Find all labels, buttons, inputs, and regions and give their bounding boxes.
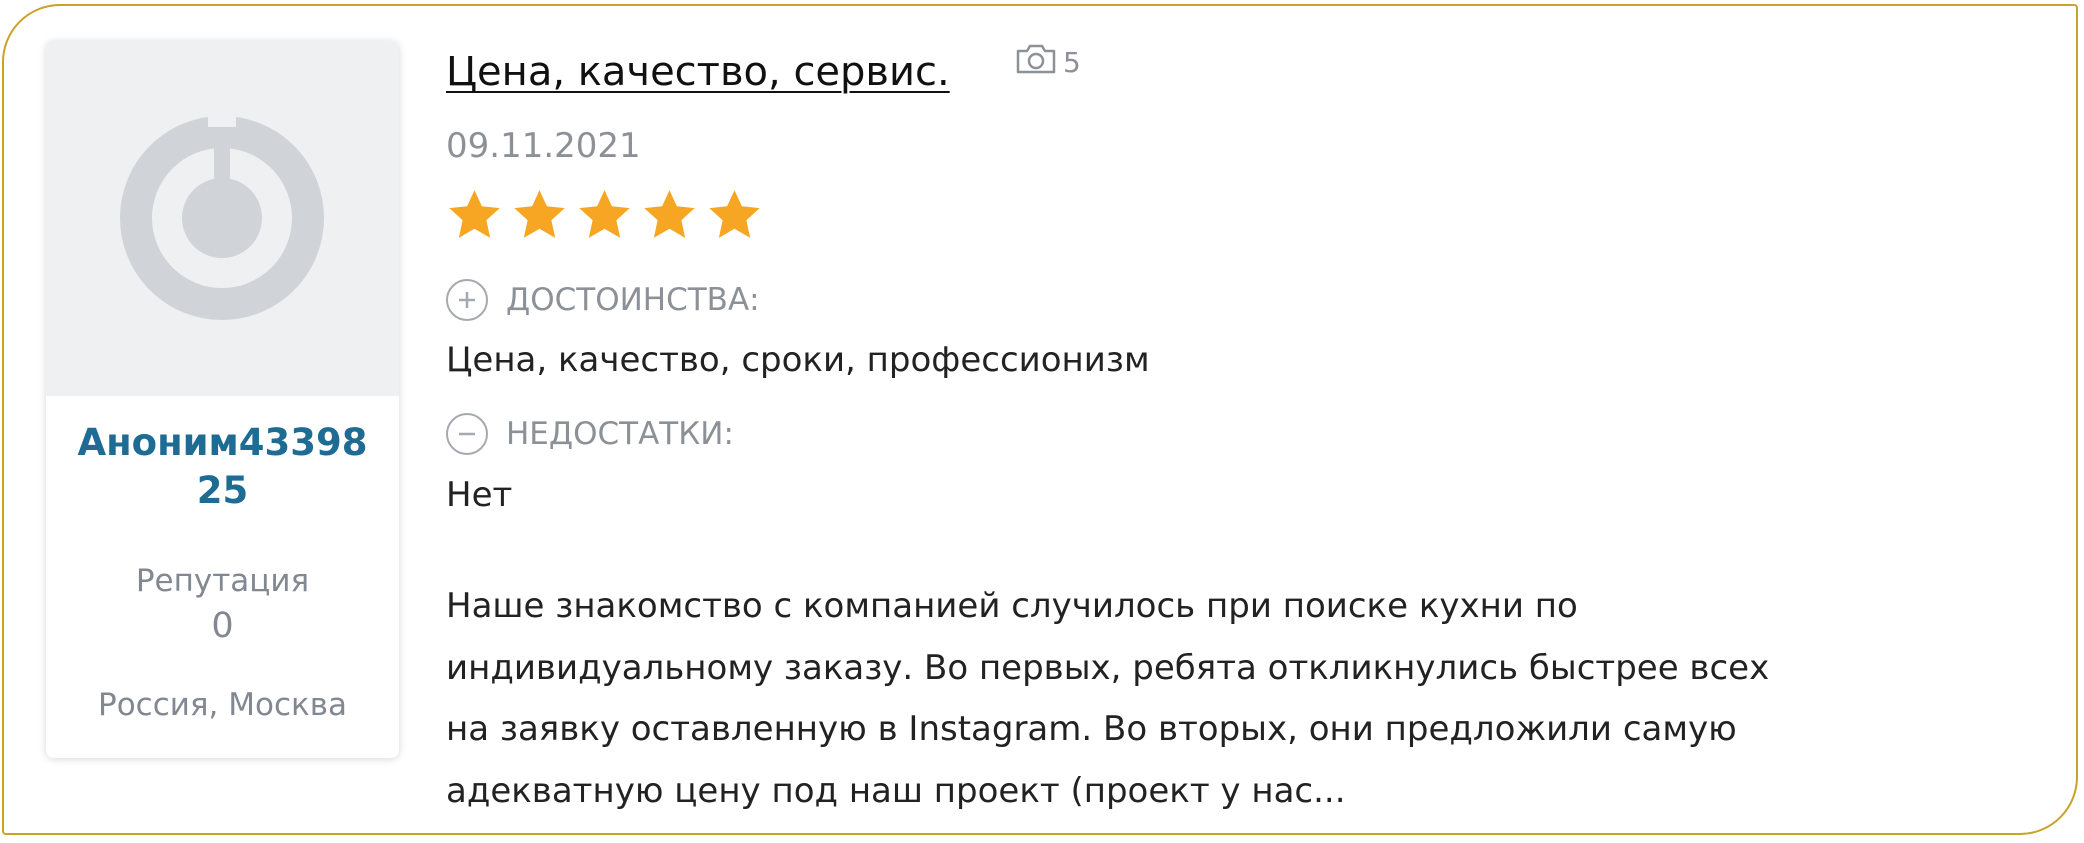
pros-text: Цена, качество, сроки, профессионизм [446,340,1150,380]
cons-heading: НЕДОСТАТКИ: [446,412,734,456]
camera-icon [1015,44,1057,81]
review-title-link[interactable]: Цена, качество, сервис. [446,44,950,100]
pros-label: ДОСТОИНСТВА: [506,282,760,318]
review-body-line: на заявку оставленную в Instagram. Во вт… [446,709,1737,749]
star-icon [641,188,698,243]
reputation-value: 0 [211,606,234,646]
default-avatar-icon[interactable] [46,41,399,396]
author-card: Аноним4339825 Репутация 0 Россия, Москва [46,41,399,758]
plus-circle-icon [446,279,488,321]
reputation-label: Репутация [135,563,310,599]
author-location: Россия, Москва [98,687,347,723]
review-card: Аноним4339825 Репутация 0 Россия, Москва… [2,4,2078,835]
review-body-line: адекватную цену под наш проект (проект у… [446,770,1346,811]
star-icon [576,188,633,243]
review-body[interactable]: Наше знакомство с компанией случилось пр… [446,576,1896,822]
photo-count-value: 5 [1063,45,1081,79]
review-body-line: Наше знакомство с компанией случилось пр… [446,586,1578,626]
photo-count-button[interactable]: 5 [1015,42,1081,82]
author-name-link[interactable]: Аноним4339825 [46,419,399,515]
minus-circle-icon [446,413,488,455]
star-icon [446,188,503,243]
review-body-line: индивидуальному заказу. Во первых, ребят… [446,647,1770,688]
cons-label: НЕДОСТАТКИ: [506,416,734,452]
star-icon [511,188,568,243]
star-icon [706,188,763,243]
rating-stars [446,188,763,243]
cons-text: Нет [446,475,513,515]
review-date: 09.11.2021 [446,126,641,166]
pros-heading: ДОСТОИНСТВА: [446,278,760,322]
